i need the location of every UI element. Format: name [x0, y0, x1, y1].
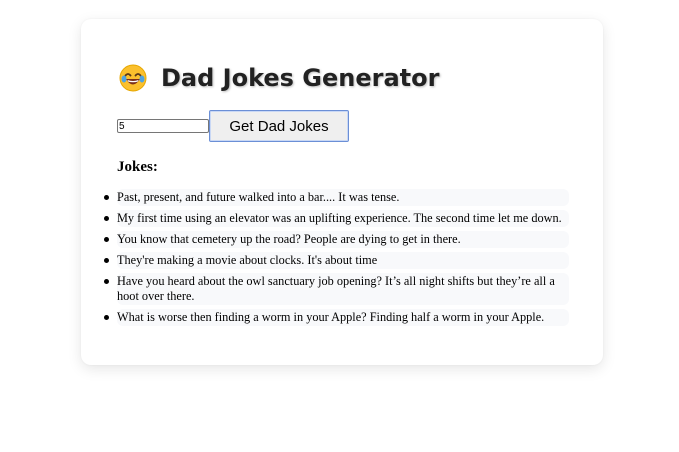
get-dad-jokes-button[interactable]: Get Dad Jokes: [209, 110, 349, 142]
joke-item: You know that cemetery up the road? Peop…: [104, 231, 569, 248]
joke-item: My first time using an elevator was an u…: [104, 210, 569, 227]
joke-item: They're making a movie about clocks. It'…: [104, 252, 569, 269]
joke-count-input[interactable]: [117, 119, 209, 133]
joke-item: Past, present, and future walked into a …: [104, 189, 569, 206]
page-title: Dad Jokes Generator: [119, 61, 439, 95]
joke-list: Past, present, and future walked into a …: [104, 189, 569, 330]
laughing-face-icon: [119, 64, 147, 92]
jokes-card: Dad Jokes Generator Get Dad Jokes Jokes:…: [81, 19, 603, 365]
jokes-heading: Jokes:: [117, 159, 158, 175]
controls-row: Get Dad Jokes: [117, 110, 349, 142]
app-title: Dad Jokes Generator: [161, 64, 440, 92]
joke-item: What is worse then finding a worm in you…: [104, 309, 569, 326]
joke-item: Have you heard about the owl sanctuary j…: [104, 273, 569, 305]
